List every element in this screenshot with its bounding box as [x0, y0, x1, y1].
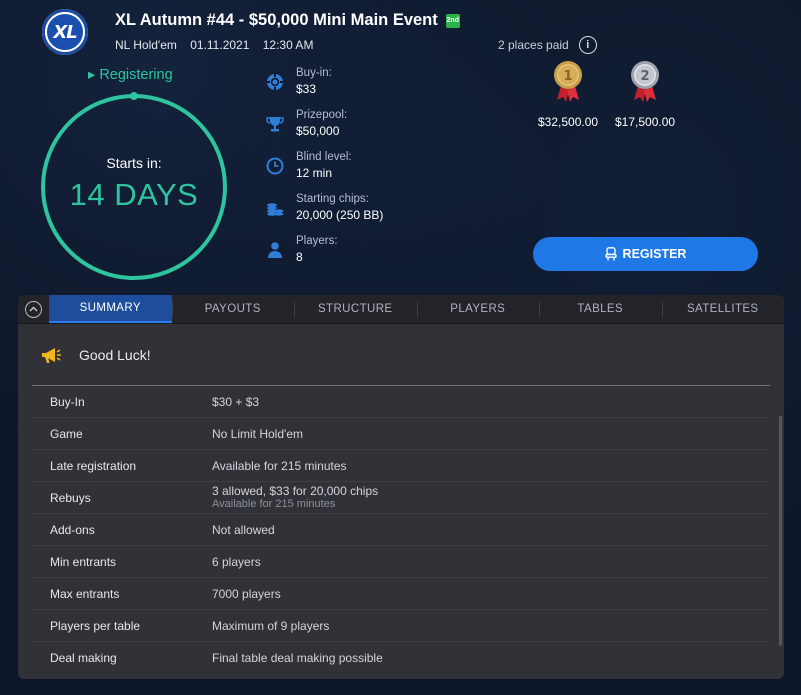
table-row: Buy-In $30 + $3: [32, 386, 770, 418]
summary-content: Good Luck! Buy-In $30 + $3 Game No Limit…: [18, 324, 784, 674]
table-row: Min entrants 6 players: [32, 546, 770, 578]
silver-medal-icon: 2: [631, 61, 660, 102]
row-value: Maximum of 9 players: [212, 618, 330, 633]
info-players: Players: 8: [266, 234, 383, 276]
tab-players[interactable]: PLAYERS: [416, 295, 540, 323]
row-key: Add-ons: [50, 522, 95, 537]
row-value: 7000 players: [212, 586, 281, 601]
row-key: Players per table: [50, 618, 141, 633]
start-time: 12:30 AM: [262, 38, 314, 52]
table-row: Rebuys 3 allowed, $33 for 20,000 chips A…: [32, 482, 770, 514]
svg-text:1: 1: [564, 69, 573, 84]
register-button-label: REGISTER: [622, 247, 687, 261]
row-key: Game: [50, 426, 83, 441]
prize-second-amount: $17,500.00: [615, 115, 676, 129]
game-type: NL Hold'em: [115, 38, 177, 52]
svg-text:2: 2: [641, 69, 650, 84]
seat-icon: [604, 247, 617, 261]
collapse-toggle[interactable]: [18, 295, 49, 323]
chip-icon: [267, 74, 283, 90]
tournament-title-text: XL Autumn #44 - $50,000 Mini Main Event: [115, 11, 438, 29]
start-date: 01.11.2021: [190, 38, 250, 52]
prize-first: 1 $32,500.00: [538, 60, 598, 129]
table-row: Max entrants 7000 players: [32, 578, 770, 610]
tournament-subline: NL Hold'em 01.11.2021 12:30 AM: [115, 38, 323, 52]
prizepool-label: Prizepool:: [296, 109, 348, 121]
starting-chips-value: 20,000 (250 BB): [296, 208, 384, 222]
tab-summary[interactable]: SUMMARY: [49, 295, 172, 323]
user-icon: [268, 242, 282, 258]
table-row: Game No Limit Hold'em: [32, 418, 770, 450]
countdown-ring-dot: [130, 92, 138, 100]
countdown-value: 14 DAYS: [69, 177, 199, 212]
row-value-multi: 3 allowed, $33 for 20,000 chips Availabl…: [212, 483, 379, 511]
row-key: Min entrants: [50, 554, 117, 569]
brand-logo: XL: [42, 9, 88, 55]
row-key: Rebuys: [50, 490, 91, 505]
row-value: Final table deal making possible: [212, 651, 383, 665]
countdown-label: Starts in:: [106, 155, 162, 171]
buyin-value: $33: [296, 82, 317, 96]
table-row: Deal making Final table deal making poss…: [32, 642, 770, 674]
row-value: $30 + $3: [212, 394, 260, 409]
table-row: Players per table Maximum of 9 players: [32, 610, 770, 642]
places-paid-text: 2 places paid: [498, 38, 569, 52]
row-key: Deal making: [50, 651, 117, 665]
row-value: No Limit Hold'em: [212, 426, 303, 441]
table-row: Add-ons Not allowed: [32, 514, 770, 546]
tab-bar: SUMMARY PAYOUTS STRUCTURE PLAYERS TABLES…: [18, 295, 784, 324]
players-value: 8: [296, 250, 303, 264]
megaphone-icon: [42, 347, 61, 363]
prize-second: 2 $17,500.00: [615, 60, 675, 129]
tab-structure[interactable]: STRUCTURE: [294, 295, 417, 323]
info-icon[interactable]: i: [578, 36, 597, 54]
row-value: Not allowed: [212, 522, 275, 537]
tournament-info: Buy-in: $33 Prizepool: $50,000 Blind lev…: [266, 66, 383, 276]
registration-status: ▸ Registering: [88, 67, 173, 83]
brand-logo-text: XL: [45, 12, 85, 52]
prize-first-amount: $32,500.00: [538, 115, 599, 129]
starting-chips-label: Starting chips:: [296, 193, 369, 205]
info-starting-chips: Starting chips: 20,000 (250 BB): [266, 192, 383, 234]
buyin-label: Buy-in:: [296, 67, 332, 79]
second-chance-badge: 2nd: [445, 13, 460, 28]
good-luck-banner: Good Luck!: [32, 324, 770, 386]
tab-tables[interactable]: TABLES: [539, 295, 662, 323]
tab-payouts[interactable]: PAYOUTS: [171, 295, 295, 323]
players-label: Players:: [296, 235, 338, 247]
trophy-icon: [266, 117, 284, 132]
row-value: Available for 215 minutes: [212, 458, 347, 473]
row-value: 3 allowed, $33 for 20,000 chips: [212, 483, 379, 498]
chip-stack-icon: [267, 203, 284, 216]
summary-table: Buy-In $30 + $3 Game No Limit Hold'em La…: [32, 386, 770, 674]
blind-level-label: Blind level:: [296, 151, 352, 163]
info-blind-level: Blind level: 12 min: [266, 150, 383, 192]
table-row: Late registration Available for 215 minu…: [32, 450, 770, 482]
details-panel: SUMMARY PAYOUTS STRUCTURE PLAYERS TABLES…: [18, 295, 784, 679]
places-paid: 2 places paid i: [498, 36, 597, 54]
info-buyin: Buy-in: $33: [266, 66, 383, 108]
info-prizepool: Prizepool: $50,000: [266, 108, 383, 150]
prizepool-value: $50,000: [296, 124, 340, 138]
row-key: Late registration: [50, 458, 137, 473]
scrollbar[interactable]: [779, 416, 782, 646]
row-subvalue: Available for 215 minutes: [212, 497, 336, 510]
good-luck-text: Good Luck!: [79, 346, 151, 363]
gold-medal-icon: 1: [554, 61, 583, 102]
row-key: Buy-In: [50, 394, 85, 409]
registration-status-label: Registering: [99, 67, 173, 83]
countdown-ring: Starts in: 14 DAYS: [41, 92, 227, 280]
play-icon: ▸: [88, 67, 96, 83]
clock-icon: [266, 157, 284, 175]
row-value: 6 players: [212, 554, 261, 569]
register-button[interactable]: REGISTER: [533, 237, 758, 271]
row-key: Max entrants: [50, 586, 120, 601]
tournament-title: XL Autumn #44 - $50,000 Mini Main Event …: [115, 11, 460, 30]
blind-level-value: 12 min: [296, 166, 333, 180]
chevron-up-icon: [25, 300, 42, 318]
tab-satellites[interactable]: SATELLITES: [661, 295, 785, 323]
